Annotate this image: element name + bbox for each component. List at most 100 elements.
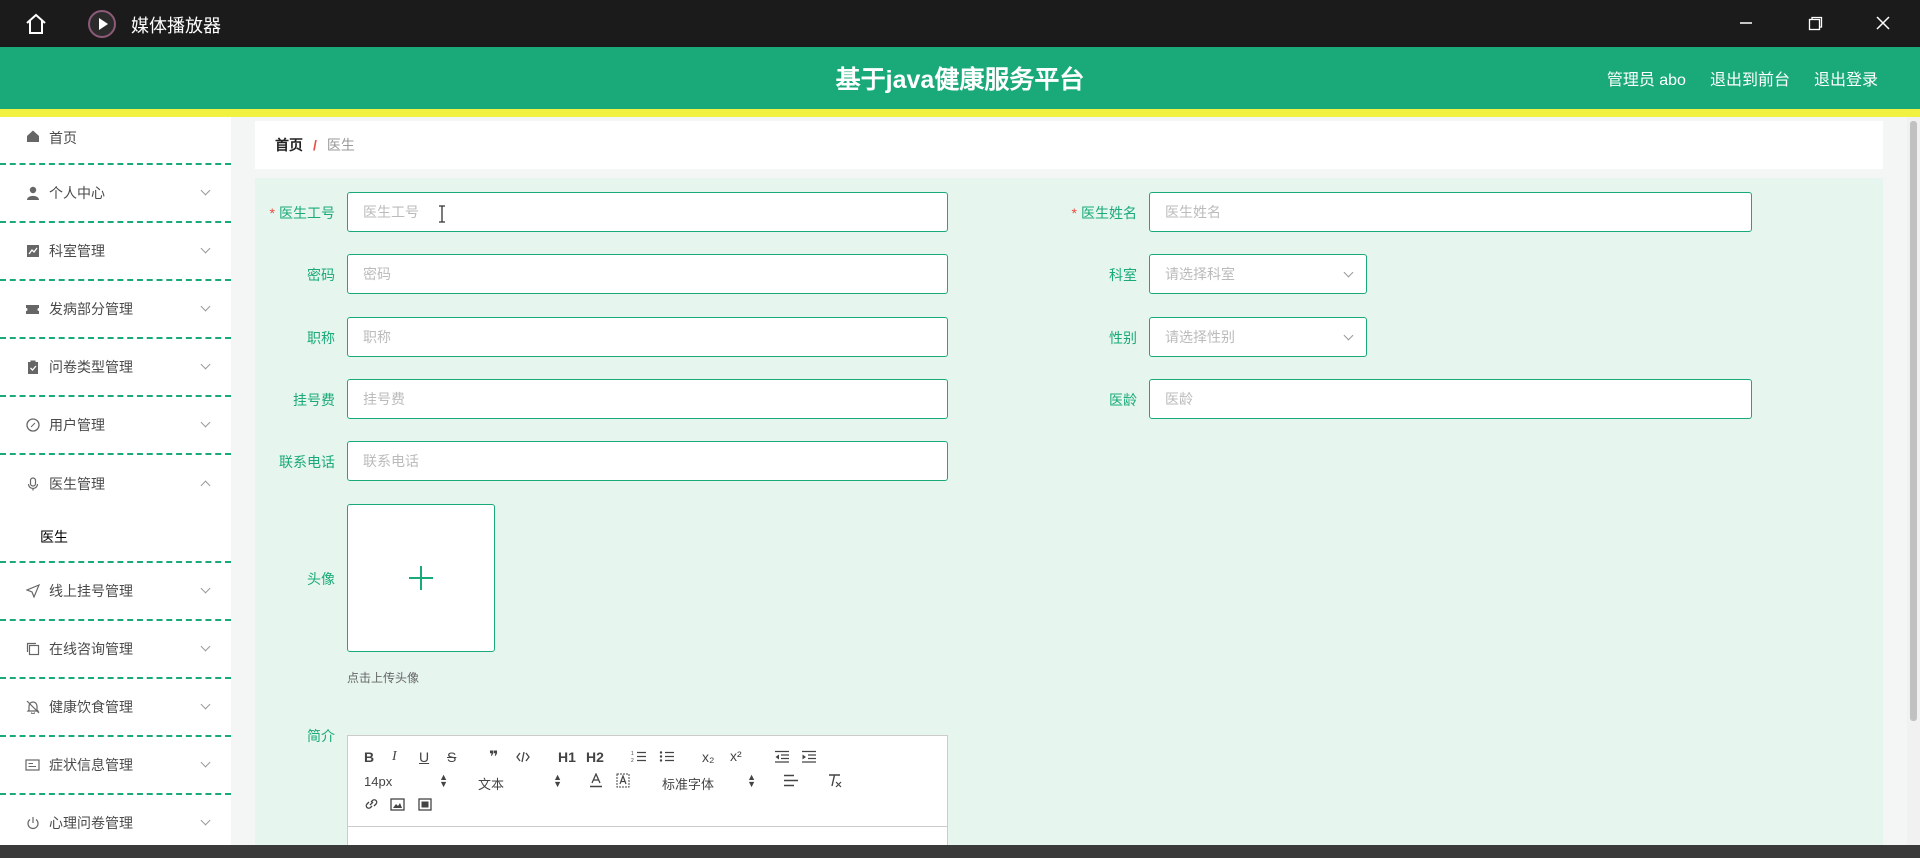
chevron-down-icon bbox=[1343, 267, 1354, 278]
superscript-button[interactable]: x² bbox=[730, 748, 742, 764]
avatar-upload[interactable] bbox=[347, 504, 495, 652]
chevron-down-icon bbox=[200, 185, 211, 196]
outdent-icon[interactable] bbox=[774, 750, 790, 763]
sidebar-item-doctor-management[interactable]: 医生管理 bbox=[0, 455, 231, 513]
sidebar-item-department[interactable]: 科室管理 bbox=[0, 223, 231, 281]
svg-text:1: 1 bbox=[631, 751, 634, 757]
heading2-button[interactable]: H2 bbox=[586, 749, 604, 765]
image-icon[interactable] bbox=[390, 798, 405, 811]
avatar-upload-tip: 点击上传头像 bbox=[347, 671, 420, 685]
sidebar-subitem-doctor[interactable]: 医生 bbox=[0, 513, 231, 563]
gender-select[interactable]: 请选择性别 bbox=[1149, 317, 1367, 357]
fee-input[interactable]: 挂号费 bbox=[347, 379, 948, 419]
underline-button[interactable]: U bbox=[419, 749, 429, 765]
link-icon[interactable] bbox=[364, 797, 379, 811]
chevron-down-icon bbox=[200, 641, 211, 652]
italic-button[interactable]: I bbox=[392, 749, 397, 765]
minimize-icon bbox=[1740, 22, 1752, 24]
title-input[interactable]: 职称 bbox=[347, 317, 948, 357]
background-color-icon[interactable] bbox=[616, 773, 630, 788]
sidebar-item-label: 用户管理 bbox=[49, 417, 105, 433]
power-icon bbox=[25, 816, 40, 831]
header-links: 管理员 abo 退出到前台 退出登录 bbox=[1607, 66, 1878, 90]
breadcrumb-current: 医生 bbox=[326, 137, 355, 153]
sidebar-item-label: 线上挂号管理 bbox=[49, 583, 133, 599]
block-format-select[interactable]: 文本 ▲ ▼ bbox=[478, 773, 562, 793]
chevron-down-icon bbox=[200, 815, 211, 826]
clear-format-icon[interactable] bbox=[827, 773, 843, 788]
quote-icon[interactable]: ❞ bbox=[489, 747, 498, 767]
font-size-select[interactable]: 14px ▲ ▼ bbox=[364, 772, 448, 790]
text-cursor-icon bbox=[439, 205, 445, 223]
seniority-input[interactable]: 医龄 bbox=[1149, 379, 1752, 419]
sidebar-item-questionnaire-type[interactable]: 问卷类型管理 bbox=[0, 339, 231, 397]
bell-off-icon bbox=[25, 700, 40, 715]
home-icon bbox=[25, 128, 40, 143]
seniority-label: 医龄 bbox=[1109, 392, 1137, 408]
department-select[interactable]: 请选择科室 bbox=[1149, 254, 1367, 294]
minimize-button[interactable] bbox=[1726, 8, 1766, 38]
avatar-label: 头像 bbox=[307, 571, 335, 587]
font-color-icon[interactable] bbox=[589, 773, 603, 788]
app-header: 基于java健康服务平台 管理员 abo 退出到前台 退出登录 bbox=[0, 47, 1920, 117]
svg-text:2: 2 bbox=[631, 758, 634, 763]
home-icon[interactable] bbox=[22, 10, 50, 38]
password-input[interactable]: 密码 bbox=[347, 254, 948, 294]
sidebar-item-home[interactable]: 首页 bbox=[0, 117, 231, 165]
video-icon[interactable] bbox=[418, 798, 432, 811]
sidebar-item-label: 问卷类型管理 bbox=[49, 359, 133, 375]
password-label: 密码 bbox=[307, 267, 335, 283]
chevron-down-icon bbox=[200, 583, 211, 594]
align-icon[interactable] bbox=[783, 774, 799, 787]
sidebar-item-online-registration[interactable]: 线上挂号管理 bbox=[0, 563, 231, 621]
chart-icon bbox=[25, 244, 40, 259]
sidebar-item-online-consult[interactable]: 在线咨询管理 bbox=[0, 621, 231, 679]
strike-button[interactable]: S bbox=[447, 749, 456, 765]
sidebar-subitem-label: 医生 bbox=[40, 529, 68, 545]
maximize-button[interactable] bbox=[1795, 8, 1835, 38]
font-family-select[interactable]: 标准字体 ▲ ▼ bbox=[662, 773, 756, 793]
editor-toolbar: B I U S ❞ H1 H2 12 x₂ x² 14px ▲ ▼ 文本 ▲ ▼ 标… bbox=[348, 736, 947, 827]
media-player-icon bbox=[88, 10, 116, 38]
updown-icon: ▲ ▼ bbox=[439, 772, 448, 789]
breadcrumb: 首页 / 医生 bbox=[255, 121, 1883, 169]
back-to-frontend-link[interactable]: 退出到前台 bbox=[1710, 66, 1790, 90]
sidebar-item-disease-part[interactable]: 发病部分管理 bbox=[0, 281, 231, 339]
sidebar-item-label: 心理问卷管理 bbox=[49, 815, 133, 831]
ordered-list-icon[interactable]: 12 bbox=[631, 750, 647, 763]
logout-link[interactable]: 退出登录 bbox=[1814, 66, 1878, 90]
sidebar-item-user-management[interactable]: 用户管理 bbox=[0, 397, 231, 455]
doctor-name-input[interactable]: 医生姓名 bbox=[1149, 192, 1752, 232]
sidebar-item-personal-center[interactable]: 个人中心 bbox=[0, 165, 231, 223]
subscript-button[interactable]: x₂ bbox=[702, 749, 714, 765]
sidebar-item-label: 发病部分管理 bbox=[49, 301, 133, 317]
ticket-icon bbox=[25, 302, 40, 317]
bold-button[interactable]: B bbox=[364, 749, 374, 765]
chevron-down-icon bbox=[200, 757, 211, 768]
scrollbar-thumb[interactable] bbox=[1910, 121, 1917, 721]
sidebar: 首页 个人中心 科室管理 发病部分管理 问卷类型管理 用户管理 医生管理 医生 … bbox=[0, 117, 231, 858]
sidebar-item-healthy-diet[interactable]: 健康饮食管理 bbox=[0, 679, 231, 737]
sidebar-item-label: 症状信息管理 bbox=[49, 757, 133, 773]
intro-editor[interactable]: B I U S ❞ H1 H2 12 x₂ x² 14px ▲ ▼ 文本 ▲ ▼ 标… bbox=[347, 735, 948, 858]
department-label: 科室 bbox=[1109, 267, 1137, 283]
chevron-up-icon bbox=[200, 480, 211, 491]
sidebar-item-symptom-info[interactable]: 症状信息管理 bbox=[0, 737, 231, 795]
clipboard-icon bbox=[25, 360, 40, 375]
close-button[interactable] bbox=[1863, 8, 1903, 38]
microphone-icon bbox=[25, 477, 40, 492]
indent-icon[interactable] bbox=[801, 750, 817, 763]
code-icon[interactable] bbox=[516, 751, 530, 763]
font-family-value: 标准字体 bbox=[662, 777, 715, 792]
phone-input[interactable]: 联系电话 bbox=[347, 441, 948, 481]
sidebar-item-label: 健康饮食管理 bbox=[49, 699, 133, 715]
send-icon bbox=[25, 584, 40, 599]
heading1-button[interactable]: H1 bbox=[558, 749, 576, 765]
admin-user-link[interactable]: 管理员 abo bbox=[1607, 66, 1686, 90]
chevron-down-icon bbox=[200, 301, 211, 312]
bullet-list-icon[interactable] bbox=[659, 750, 675, 763]
breadcrumb-home[interactable]: 首页 bbox=[275, 135, 303, 155]
chevron-down-icon bbox=[200, 417, 211, 428]
vertical-scrollbar[interactable] bbox=[1907, 117, 1920, 858]
compass-icon bbox=[25, 418, 40, 433]
